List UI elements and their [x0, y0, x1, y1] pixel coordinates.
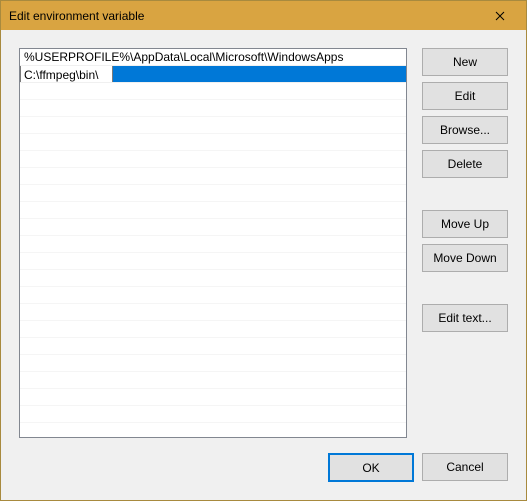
list-item-empty[interactable] [20, 134, 406, 151]
main-area: %USERPROFILE%\AppData\Local\Microsoft\Wi… [19, 48, 508, 439]
list-item-empty[interactable] [20, 270, 406, 287]
dialog-content: %USERPROFILE%\AppData\Local\Microsoft\Wi… [1, 30, 526, 500]
list-item-empty[interactable] [20, 151, 406, 168]
list-item-empty[interactable] [20, 202, 406, 219]
move-up-button[interactable]: Move Up [422, 210, 508, 238]
browse-button[interactable]: Browse... [422, 116, 508, 144]
dialog-window: Edit environment variable %USERPROFILE%\… [0, 0, 527, 501]
close-icon [495, 11, 505, 21]
list-item-empty[interactable] [20, 236, 406, 253]
window-title: Edit environment variable [9, 9, 144, 23]
list-item-empty[interactable] [20, 372, 406, 389]
list-item-empty[interactable] [20, 321, 406, 338]
titlebar: Edit environment variable [1, 1, 526, 30]
list-item-empty[interactable] [20, 100, 406, 117]
list-item-empty[interactable] [20, 304, 406, 321]
list-item-empty[interactable] [20, 355, 406, 372]
new-button[interactable]: New [422, 48, 508, 76]
selection-highlight [113, 66, 406, 82]
list-item-empty[interactable] [20, 219, 406, 236]
list-item-editing[interactable] [20, 66, 406, 83]
edit-button[interactable]: Edit [422, 82, 508, 110]
list-item-empty[interactable] [20, 338, 406, 355]
close-button[interactable] [477, 2, 522, 29]
list-item-empty[interactable] [20, 406, 406, 423]
spacer [422, 278, 508, 298]
list-item-empty[interactable] [20, 168, 406, 185]
delete-button[interactable]: Delete [422, 150, 508, 178]
bottom-bar: OK Cancel [19, 453, 508, 482]
list-item-empty[interactable] [20, 117, 406, 134]
list-item-empty[interactable] [20, 185, 406, 202]
list-item[interactable]: %USERPROFILE%\AppData\Local\Microsoft\Wi… [20, 49, 406, 66]
list-item-empty[interactable] [20, 253, 406, 270]
spacer [422, 184, 508, 204]
button-column: New Edit Browse... Delete Move Up Move D… [422, 48, 508, 439]
list-item-empty[interactable] [20, 83, 406, 100]
list-item-empty[interactable] [20, 287, 406, 304]
move-down-button[interactable]: Move Down [422, 244, 508, 272]
path-edit-input[interactable] [20, 66, 113, 83]
edit-text-button[interactable]: Edit text... [422, 304, 508, 332]
list-item-empty[interactable] [20, 389, 406, 406]
path-listbox[interactable]: %USERPROFILE%\AppData\Local\Microsoft\Wi… [19, 48, 407, 438]
cancel-button[interactable]: Cancel [422, 453, 508, 481]
ok-button[interactable]: OK [328, 453, 414, 482]
